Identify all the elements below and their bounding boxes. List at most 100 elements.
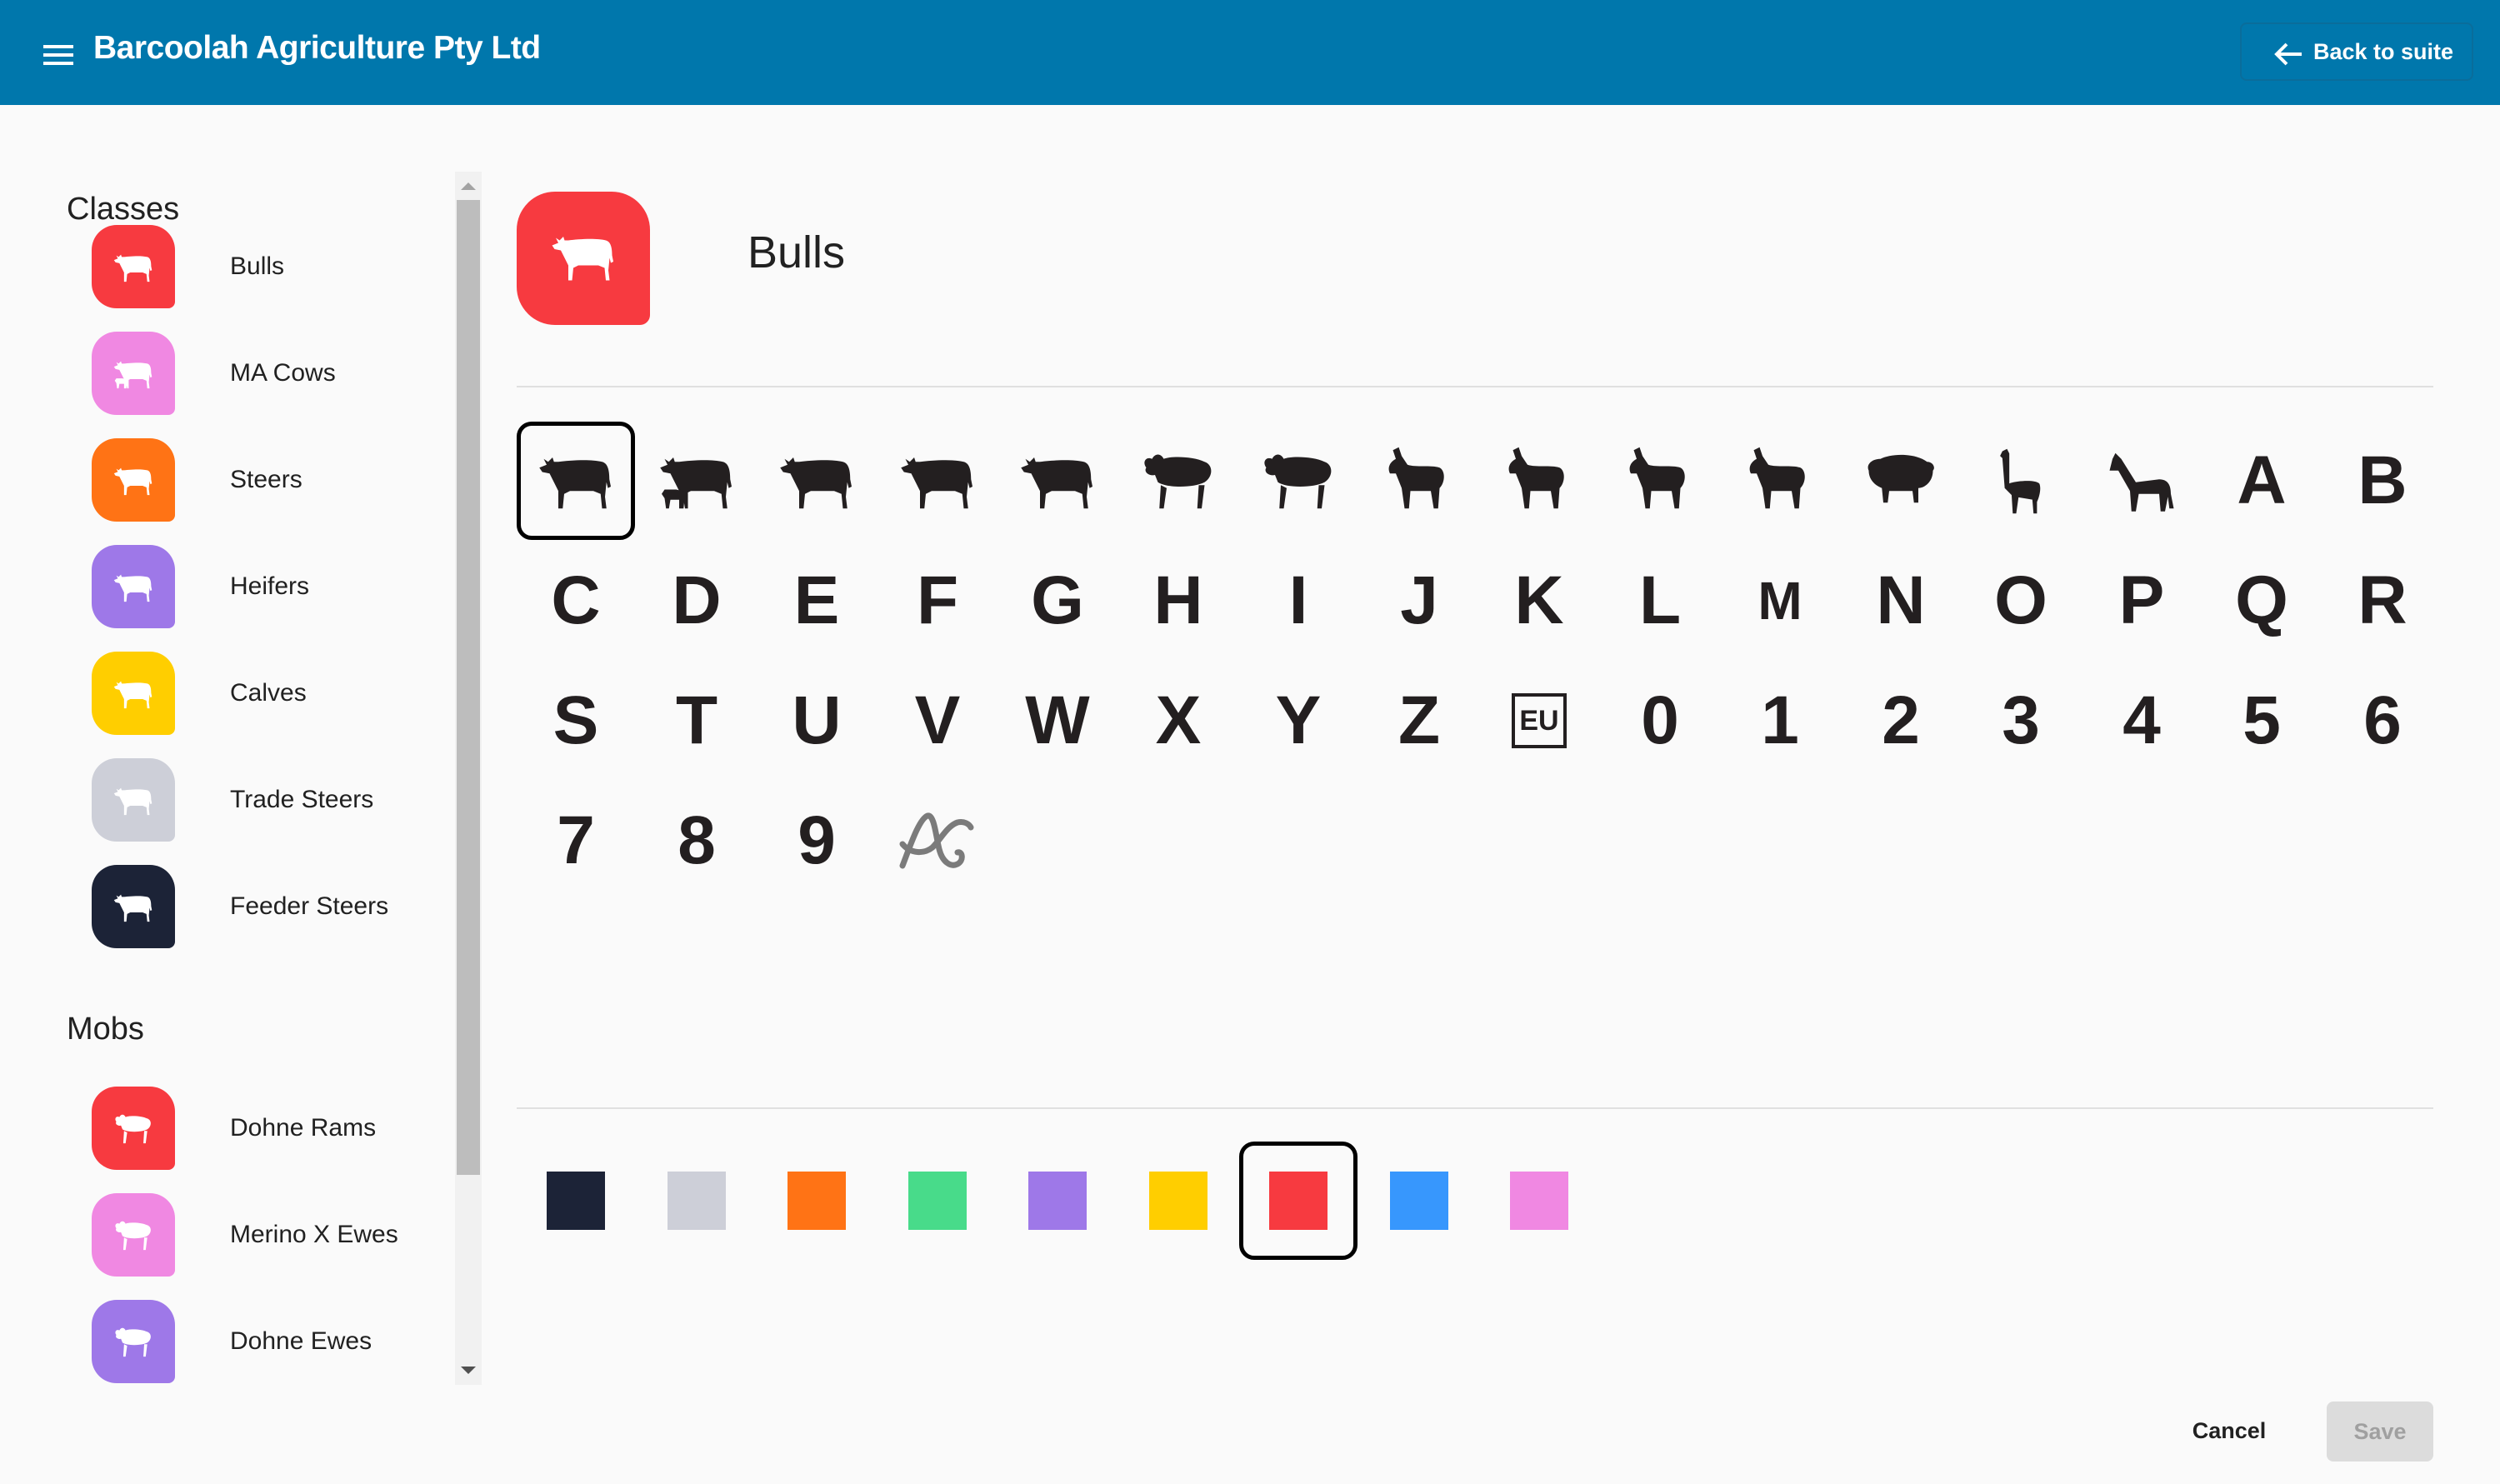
class-item-feeder-steers[interactable]: Feeder Steers (92, 865, 458, 948)
icon-option-o[interactable]: O (1962, 542, 2080, 660)
bull-icon[interactable] (517, 422, 635, 540)
icon-option-1[interactable]: 1 (1721, 662, 1839, 780)
mobs-heading: Mobs (67, 1012, 144, 1047)
icon-option-7[interactable]: 7 (517, 782, 635, 900)
color-swatch-option[interactable] (638, 1142, 756, 1260)
steer-icon[interactable] (878, 422, 997, 540)
icon-option-n[interactable]: N (1842, 542, 1960, 660)
icon-option-8[interactable]: 8 (638, 782, 756, 900)
eu-icon[interactable]: EU (1480, 662, 1598, 780)
icon-glyph: T (675, 682, 718, 758)
icon-option-i[interactable]: I (1239, 542, 1358, 660)
eu-label: EU (1512, 693, 1567, 748)
class-item-heifers[interactable]: Heifers (92, 545, 458, 628)
icon-option-6[interactable]: 6 (2323, 662, 2442, 780)
icon-glyph: 9 (798, 802, 836, 878)
icon-option-g[interactable]: G (998, 542, 1117, 660)
icon-option-k[interactable]: K (1480, 542, 1598, 660)
class-item-bulls[interactable]: Bulls (92, 225, 458, 308)
menu-icon[interactable] (42, 38, 77, 67)
icon-option-b[interactable]: B (2323, 422, 2442, 540)
horse-icon[interactable] (2082, 422, 2201, 540)
color-swatch (1269, 1172, 1328, 1230)
scrollbar-thumb[interactable] (457, 200, 480, 1175)
cancel-button[interactable]: Cancel (2175, 1402, 2283, 1460)
icon-option-t[interactable]: T (638, 662, 756, 780)
icon-glyph: 8 (678, 802, 716, 878)
icon-option-c[interactable]: C (517, 542, 635, 660)
color-swatch-option[interactable] (1239, 1142, 1358, 1260)
icon-glyph: J (1400, 562, 1438, 638)
mob-item-merino-x-ewes[interactable]: Merino X Ewes (92, 1193, 458, 1277)
icon-option-l[interactable]: L (1601, 542, 1719, 660)
ac-logo-icon[interactable] (878, 782, 997, 900)
icon-option-h[interactable]: H (1119, 542, 1238, 660)
goat-icon[interactable] (1360, 422, 1478, 540)
icon-glyph: P (2118, 562, 2165, 638)
icon-option-u[interactable]: U (758, 662, 876, 780)
mob-item-dohne-rams[interactable]: Dohne Rams (92, 1087, 458, 1170)
icon-option-y[interactable]: Y (1239, 662, 1358, 780)
icon-option-9[interactable]: 9 (758, 782, 876, 900)
mob-item-dohne-ewes[interactable]: Dohne Ewes (92, 1300, 458, 1383)
scroll-up-arrow[interactable] (455, 172, 482, 200)
class-item-ma-cows[interactable]: MA Cows (92, 332, 458, 415)
pig-icon[interactable] (1842, 422, 1960, 540)
color-swatch-option[interactable] (1480, 1142, 1598, 1260)
scroll-down-arrow[interactable] (455, 1357, 482, 1385)
nanny-goat-icon[interactable] (1601, 422, 1719, 540)
class-item-label: MA Cows (230, 359, 336, 387)
antelope-icon[interactable] (1721, 422, 1839, 540)
color-swatch-option[interactable] (1119, 1142, 1238, 1260)
icon-option-j[interactable]: J (1360, 542, 1478, 660)
sidebar-scrollbar[interactable] (455, 172, 482, 1385)
class-item-calves[interactable]: Calves (92, 652, 458, 735)
color-swatch (908, 1172, 967, 1230)
color-swatch (1390, 1172, 1448, 1230)
icon-option-z[interactable]: Z (1360, 662, 1478, 780)
class-item-label: Bulls (230, 252, 285, 280)
icon-option-x[interactable]: X (1119, 662, 1238, 780)
bull-icon (92, 225, 175, 308)
icon-option-a[interactable]: A (2202, 422, 2321, 540)
icon-option-w[interactable]: W (998, 662, 1117, 780)
cow-icon[interactable] (758, 422, 876, 540)
color-swatch-option[interactable] (517, 1142, 635, 1260)
icon-glyph: 1 (1761, 682, 1799, 758)
icon-glyph: 2 (1882, 682, 1920, 758)
icon-option-5[interactable]: 5 (2202, 662, 2321, 780)
color-swatch-option[interactable] (998, 1142, 1117, 1260)
alpaca-icon[interactable] (1962, 422, 2080, 540)
calf-icon[interactable] (998, 422, 1117, 540)
icon-option-r[interactable]: R (2323, 542, 2442, 660)
icon-option-s[interactable]: S (517, 662, 635, 780)
icon-option-e[interactable]: E (758, 542, 876, 660)
icon-glyph: O (1994, 562, 2048, 638)
icon-option-v[interactable]: V (878, 662, 997, 780)
icon-option-f[interactable]: F (878, 542, 997, 660)
color-swatch-option[interactable] (1360, 1142, 1478, 1260)
ewe-icon[interactable] (1239, 422, 1358, 540)
color-swatch-option[interactable] (878, 1142, 997, 1260)
class-item-steers[interactable]: Steers (92, 438, 458, 522)
cow-calf-icon[interactable] (638, 422, 756, 540)
icon-option-4[interactable]: 4 (2082, 662, 2201, 780)
save-button[interactable]: Save (2327, 1402, 2433, 1462)
heifer-icon (92, 545, 175, 628)
icon-glyph: G (1031, 562, 1084, 638)
icon-option-3[interactable]: 3 (1962, 662, 2080, 780)
icon-option-q[interactable]: Q (2202, 542, 2321, 660)
icon-option-m[interactable]: M (1721, 542, 1839, 660)
class-item-label: Calves (230, 679, 307, 707)
color-swatch (1510, 1172, 1568, 1230)
billy-goat-icon[interactable] (1480, 422, 1598, 540)
ram-icon (92, 1087, 175, 1170)
icon-option-0[interactable]: 0 (1601, 662, 1719, 780)
ram-icon[interactable] (1119, 422, 1238, 540)
back-to-suite-button[interactable]: Back to suite (2240, 22, 2473, 81)
icon-option-p[interactable]: P (2082, 542, 2201, 660)
color-swatch-option[interactable] (758, 1142, 876, 1260)
icon-option-2[interactable]: 2 (1842, 662, 1960, 780)
class-item-trade-steers[interactable]: Trade Steers (92, 758, 458, 842)
icon-option-d[interactable]: D (638, 542, 756, 660)
